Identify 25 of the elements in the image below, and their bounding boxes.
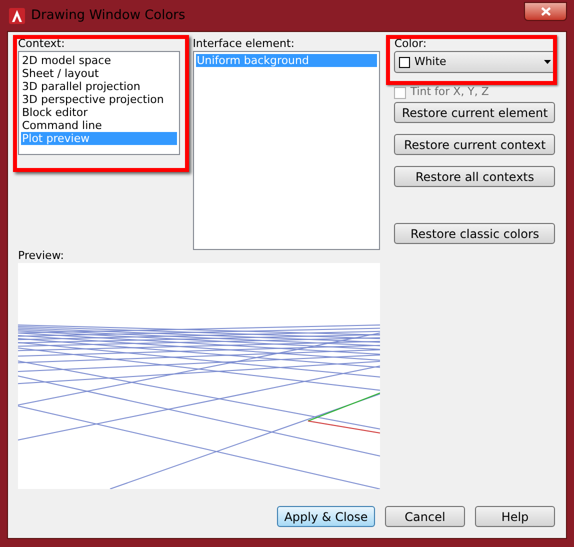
dialog-button[interactable]: Restore all contexts — [394, 166, 556, 187]
interface-element-label: Interface element: — [192, 36, 296, 51]
dialog-button[interactable]: Help — [475, 506, 555, 527]
preview-label: Preview: — [18, 248, 65, 263]
list-item[interactable]: Block editor — [21, 106, 177, 119]
list-item[interactable]: Command line — [21, 119, 177, 132]
caret-icon — [544, 60, 551, 64]
color-value: White — [414, 54, 448, 70]
app-logo-icon — [9, 8, 25, 24]
context-label: Context: — [18, 36, 66, 51]
close-icon — [540, 7, 550, 16]
list-item[interactable]: Sheet / layout — [21, 67, 177, 80]
window-title: Drawing Window Colors — [31, 6, 186, 25]
close-button[interactable] — [524, 2, 567, 21]
list-item[interactable]: 3D parallel projection — [21, 80, 177, 93]
dialog-button[interactable]: Restore current context — [394, 134, 556, 155]
dialog-button[interactable]: Restore classic colors — [394, 223, 556, 244]
dialog-button[interactable]: Cancel — [385, 506, 465, 527]
color-swatch — [399, 56, 410, 68]
list-item[interactable]: 3D perspective projection — [21, 93, 177, 106]
list-item[interactable]: 2D model space — [21, 54, 177, 67]
color-label: Color: — [394, 36, 428, 51]
dialog-button[interactable]: Restore current element — [394, 102, 556, 123]
dialog-button[interactable]: Apply & Close — [277, 506, 375, 527]
tint-label: Tint for X, Y, Z — [410, 84, 489, 100]
